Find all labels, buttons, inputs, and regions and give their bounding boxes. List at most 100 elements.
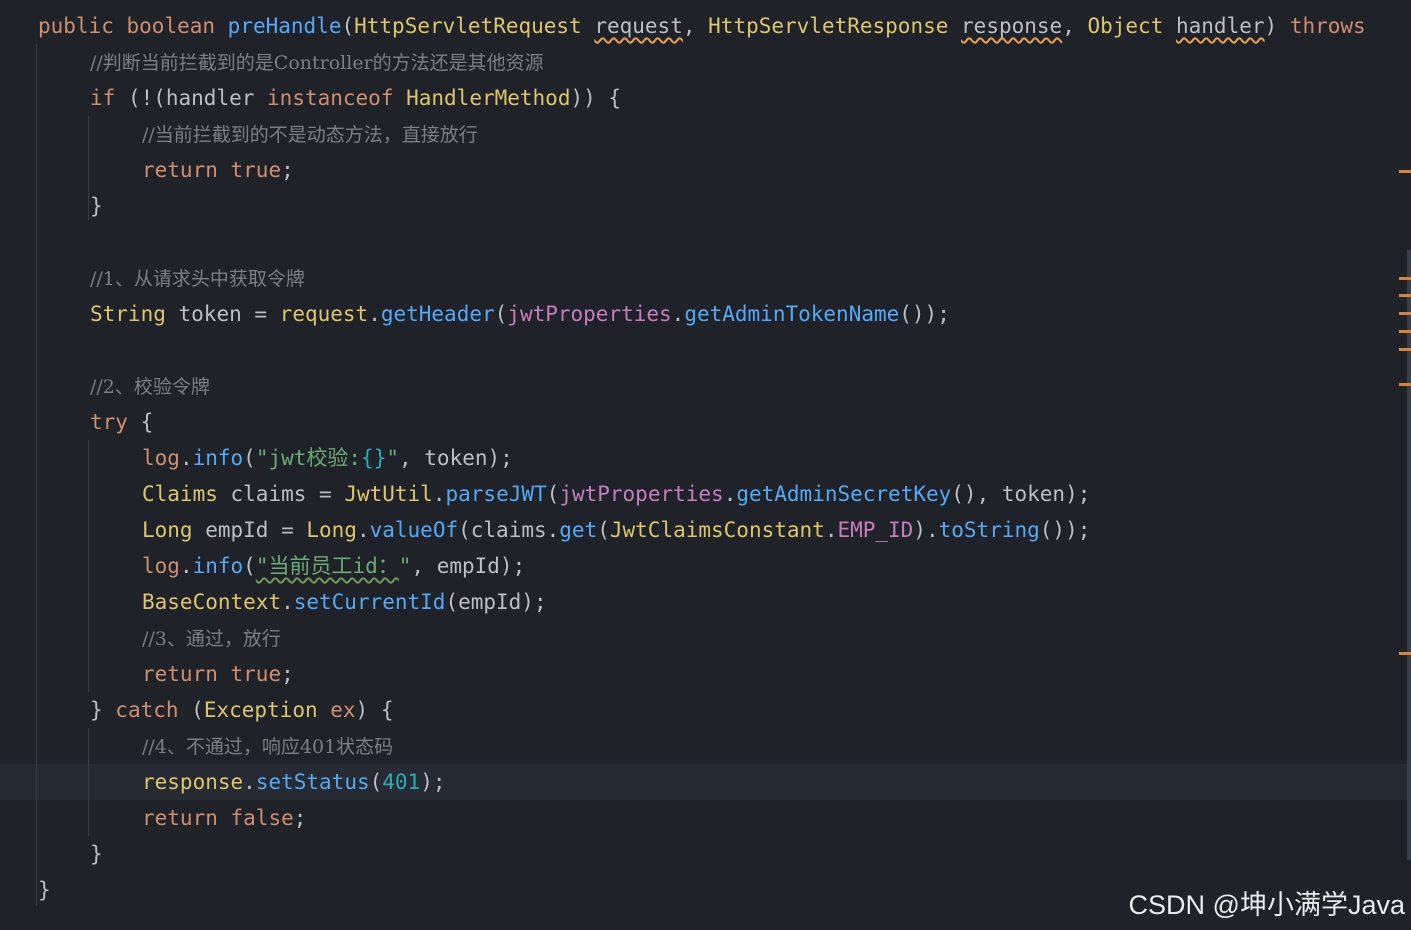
code-token: return	[142, 806, 231, 830]
code-token: )) {	[570, 86, 622, 110]
code-line[interactable]: if (!(handler instanceof HandlerMethod))…	[0, 80, 1411, 116]
code-text: return true;	[142, 656, 294, 692]
code-line[interactable]: response.setStatus(401);	[0, 764, 1411, 800]
code-token: .	[356, 518, 370, 542]
code-token: Long	[142, 518, 206, 542]
code-token: jwtProperties	[507, 302, 672, 326]
code-line[interactable]: String token = request.getHeader(jwtProp…	[0, 296, 1411, 332]
code-token: parseJWT	[445, 482, 547, 506]
code-token: boolean	[126, 14, 228, 38]
code-token: ());	[1039, 518, 1091, 542]
code-text: } catch (Exception ex) {	[90, 692, 393, 728]
code-line[interactable]: Long empId = Long.valueOf(claims.get(Jwt…	[0, 512, 1411, 548]
warning-marker[interactable]	[1399, 312, 1411, 315]
code-line[interactable]: return false;	[0, 800, 1411, 836]
code-token: .	[179, 554, 193, 578]
code-token: //判断当前拦截到的是Controller的方法还是其他资源	[90, 52, 544, 74]
code-token: //当前拦截到的不是动态方法，直接放行	[142, 124, 478, 146]
code-token: //4、不通过，响应401状态码	[142, 736, 394, 758]
code-line[interactable]: //4、不通过，响应401状态码	[0, 728, 1411, 764]
warning-marker[interactable]	[1399, 277, 1411, 280]
code-token: ).	[913, 518, 939, 542]
code-text: //判断当前拦截到的是Controller的方法还是其他资源	[90, 44, 544, 81]
code-line[interactable]: BaseContext.setCurrentId(empId);	[0, 584, 1411, 620]
code-text: return true;	[142, 152, 294, 188]
code-line[interactable]: return true;	[0, 152, 1411, 188]
code-line[interactable]: //2、校验令牌	[0, 368, 1411, 404]
code-token: Claims	[142, 482, 231, 506]
code-token: .	[432, 482, 446, 506]
warning-marker[interactable]	[1399, 383, 1411, 386]
code-line[interactable]: }	[0, 836, 1411, 872]
code-line[interactable]: log.info("jwt校验:{}", token);	[0, 440, 1411, 476]
code-token: (	[341, 14, 355, 38]
warning-marker[interactable]	[1399, 348, 1411, 351]
warning-marker[interactable]	[1399, 170, 1411, 173]
code-text: Claims claims = JwtUtil.parseJWT(jwtProp…	[142, 476, 1090, 512]
code-text: log.info("当前员工id：", empId);	[142, 548, 525, 584]
code-line[interactable]: //当前拦截到的不是动态方法，直接放行	[0, 116, 1411, 152]
code-token: info	[192, 554, 244, 578]
code-token: (	[597, 518, 610, 542]
code-editor[interactable]: public boolean preHandle(HttpServletRequ…	[0, 0, 1411, 930]
code-line[interactable]	[0, 332, 1411, 368]
code-line[interactable]	[0, 224, 1411, 260]
code-text: }	[90, 836, 103, 872]
code-token: .	[281, 590, 294, 614]
code-token: =	[281, 518, 307, 542]
code-line[interactable]: //3、通过，放行	[0, 620, 1411, 656]
code-token: handler	[1176, 14, 1265, 38]
code-token: log	[142, 446, 180, 470]
code-token: Long	[306, 518, 357, 542]
warning-marker[interactable]	[1399, 652, 1411, 655]
code-token: }	[90, 194, 103, 218]
code-line[interactable]: try {	[0, 404, 1411, 440]
code-token: =	[254, 302, 280, 326]
code-line[interactable]: Claims claims = JwtUtil.parseJWT(jwtProp…	[0, 476, 1411, 512]
code-token: //2、校验令牌	[90, 376, 210, 398]
code-token: =	[319, 482, 345, 506]
code-line[interactable]: //1、从请求头中获取令牌	[0, 260, 1411, 296]
code-token: claims	[230, 482, 320, 506]
indent-guide	[88, 728, 89, 836]
code-token: valueOf	[369, 518, 459, 542]
code-token: token	[178, 302, 255, 326]
code-token: HttpServletRequest	[354, 14, 595, 38]
code-text: String token = request.getHeader(jwtProp…	[90, 296, 950, 332]
code-token: log	[142, 554, 180, 578]
code-token: (	[546, 482, 560, 506]
code-token: "jwt校验:	[255, 446, 362, 470]
code-token: ;	[293, 806, 307, 830]
code-token: "	[398, 554, 412, 578]
code-text: }	[38, 872, 51, 908]
code-token: "	[386, 446, 399, 470]
code-line[interactable]: } catch (Exception ex) {	[0, 692, 1411, 728]
code-text: //2、校验令牌	[90, 368, 210, 405]
code-token: return	[142, 662, 231, 686]
code-line[interactable]: }	[0, 188, 1411, 224]
code-token: HandlerMethod	[406, 86, 571, 110]
code-line[interactable]: log.info("当前员工id：", empId);	[0, 548, 1411, 584]
code-token: HttpServletResponse	[708, 14, 962, 38]
code-token: //3、通过，放行	[142, 628, 281, 650]
code-token: get	[559, 518, 598, 542]
code-token: (empId);	[445, 590, 547, 614]
code-token: request	[594, 14, 683, 38]
warning-marker[interactable]	[1399, 330, 1411, 333]
code-text: Long empId = Long.valueOf(claims.get(Jwt…	[142, 512, 1090, 548]
code-token: JwtClaimsConstant	[609, 518, 825, 542]
code-token: JwtUtil	[344, 482, 433, 506]
code-token: 401	[382, 770, 421, 794]
vertical-scrollbar[interactable]	[1407, 250, 1411, 860]
warning-marker[interactable]	[1399, 294, 1411, 297]
code-line[interactable]: public boolean preHandle(HttpServletRequ…	[0, 8, 1411, 44]
code-token: ,	[682, 14, 709, 38]
code-token: String	[90, 302, 179, 326]
code-token: .	[824, 518, 838, 542]
code-line[interactable]: return true;	[0, 656, 1411, 692]
code-text: BaseContext.setCurrentId(empId);	[142, 584, 547, 620]
code-token: }	[90, 842, 103, 866]
code-token: info	[192, 446, 244, 470]
code-token: (!(	[127, 86, 166, 110]
code-line[interactable]: //判断当前拦截到的是Controller的方法还是其他资源	[0, 44, 1411, 80]
